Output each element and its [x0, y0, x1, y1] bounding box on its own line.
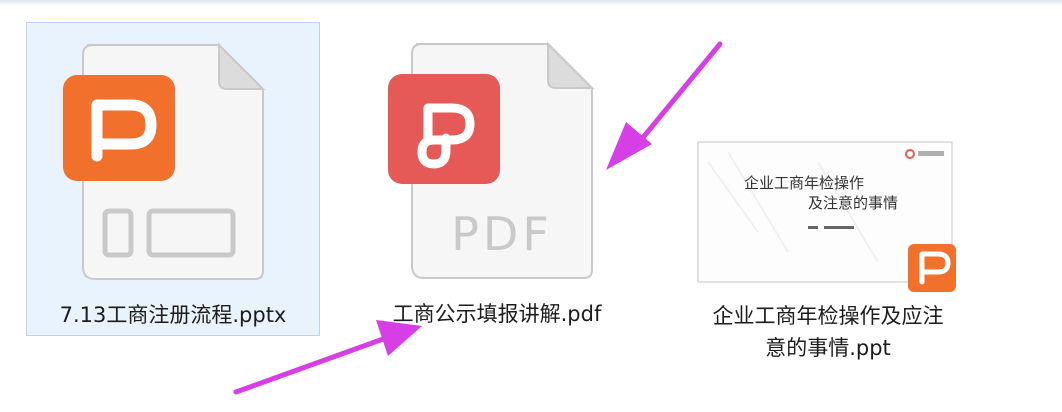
annotation-arrow-bottom — [233, 320, 422, 395]
